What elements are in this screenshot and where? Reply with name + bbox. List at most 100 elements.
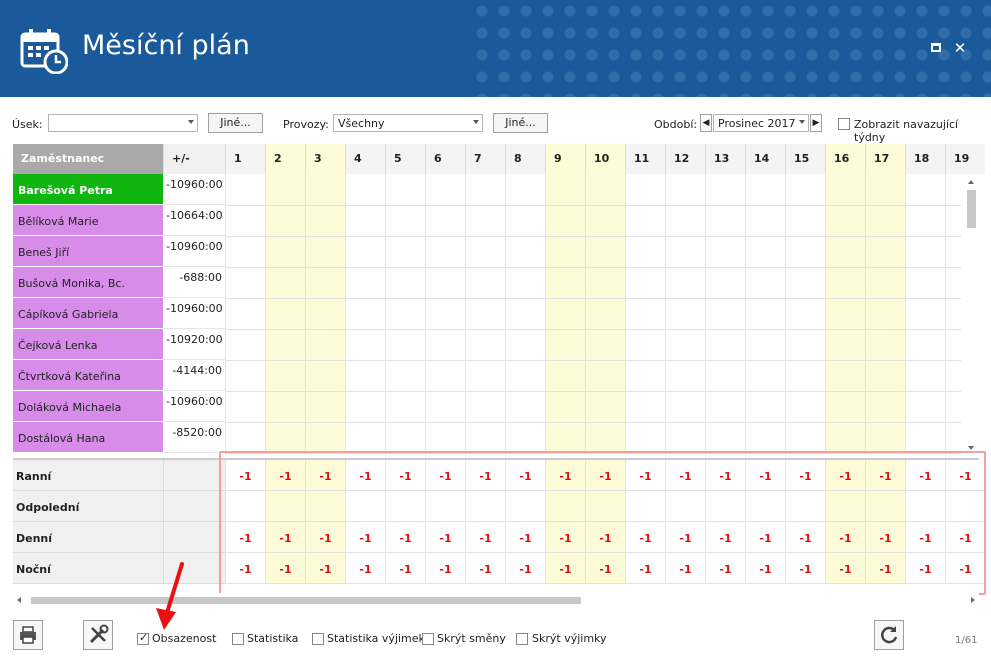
refresh-icon (881, 626, 898, 644)
day-column[interactable] (825, 174, 865, 454)
day-column[interactable] (265, 174, 305, 454)
day-column[interactable] (465, 174, 505, 454)
employee-name[interactable]: Čtvrtková Kateřina (13, 360, 163, 391)
usek-combo[interactable] (48, 114, 198, 132)
day-header[interactable]: 4 (345, 144, 385, 174)
day-header[interactable]: 10 (585, 144, 625, 174)
usek-other-button[interactable]: Jiné... (208, 113, 263, 133)
summary-value: -1 (785, 553, 825, 584)
summary-value: -1 (345, 460, 385, 491)
employee-name[interactable]: Cápíková Gabriela (13, 298, 163, 329)
day-column[interactable] (425, 174, 465, 454)
summary-value: -1 (545, 522, 585, 553)
row-divider (225, 236, 961, 237)
obdobi-combo[interactable]: Prosinec 2017 (713, 114, 809, 132)
day-column[interactable] (585, 174, 625, 454)
summary-value: -1 (225, 553, 265, 584)
day-header[interactable]: 7 (465, 144, 505, 174)
scroll-up-icon[interactable] (968, 180, 974, 184)
refresh-button[interactable] (874, 620, 904, 650)
show-weeks-checkbox[interactable] (838, 118, 850, 130)
day-column[interactable] (345, 174, 385, 454)
scroll-thumb[interactable] (967, 190, 976, 228)
day-header[interactable]: 2 (265, 144, 305, 174)
day-header[interactable]: 13 (705, 144, 745, 174)
maximize-button[interactable] (928, 40, 944, 56)
summary-value: -1 (385, 553, 425, 584)
provozy-combo[interactable]: Všechny (333, 114, 483, 132)
summary-value (625, 491, 665, 522)
day-column[interactable] (225, 174, 265, 454)
summary-value: -1 (425, 522, 465, 553)
skryt-smeny-checkbox[interactable] (422, 633, 434, 645)
summary-value (225, 491, 265, 522)
day-header[interactable]: 15 (785, 144, 825, 174)
obsazenost-checkbox[interactable] (137, 631, 149, 645)
print-button[interactable] (13, 620, 43, 650)
summary-value: -1 (505, 553, 545, 584)
summary-value: -1 (625, 460, 665, 491)
column-header-employee[interactable]: Zaměstnanec (13, 144, 163, 174)
day-header[interactable]: 9 (545, 144, 585, 174)
day-header[interactable]: 5 (385, 144, 425, 174)
next-period-button[interactable]: ▶ (810, 114, 822, 132)
day-header[interactable]: 3 (305, 144, 345, 174)
employee-name[interactable]: Čejková Lenka (13, 329, 163, 360)
day-column[interactable] (665, 174, 705, 454)
window-title: Měsíční plán (82, 30, 250, 61)
summary-value (945, 491, 985, 522)
day-header[interactable]: 8 (505, 144, 545, 174)
day-header[interactable]: 1 (225, 144, 265, 174)
statistika-checkbox[interactable] (232, 633, 244, 645)
employee-name[interactable]: Doláková Michaela (13, 391, 163, 422)
scroll-thumb-horizontal[interactable] (31, 597, 581, 604)
summary-label: Noční (13, 553, 163, 584)
scroll-right-icon[interactable] (971, 597, 975, 603)
summary-balance-cell (163, 491, 225, 522)
column-header-balance[interactable]: +/- (163, 144, 225, 174)
day-column[interactable] (625, 174, 665, 454)
employee-balance: -688:00 (163, 267, 225, 298)
provozy-value: Všechny (338, 117, 385, 130)
summary-value: -1 (305, 460, 345, 491)
summary-value (465, 491, 505, 522)
vertical-scrollbar[interactable] (965, 174, 979, 454)
day-header[interactable]: 19 (945, 144, 985, 174)
day-column[interactable] (905, 174, 945, 454)
usek-label: Úsek: (12, 118, 43, 131)
row-divider (225, 267, 961, 268)
day-column[interactable] (305, 174, 345, 454)
settings-button[interactable] (83, 620, 113, 650)
day-header[interactable]: 14 (745, 144, 785, 174)
employee-balance: -8520:00 (163, 422, 225, 453)
tools-icon (89, 624, 109, 644)
day-header[interactable]: 11 (625, 144, 665, 174)
employee-name[interactable]: Barešová Petra (13, 174, 163, 205)
close-button[interactable]: ✕ (952, 40, 968, 56)
day-column[interactable] (545, 174, 585, 454)
employee-name[interactable]: Dostálová Hana (13, 422, 163, 453)
day-column[interactable] (385, 174, 425, 454)
employee-name[interactable]: Bušová Monika, Bc. (13, 267, 163, 298)
skryt-vyjimky-checkbox[interactable] (516, 633, 528, 645)
employee-name[interactable]: Bělíková Marie (13, 205, 163, 236)
day-header[interactable]: 6 (425, 144, 465, 174)
statistika-vyjimek-checkbox[interactable] (312, 633, 324, 645)
summary-value: -1 (905, 460, 945, 491)
summary-value: -1 (945, 553, 985, 584)
day-header[interactable]: 12 (665, 144, 705, 174)
scroll-down-icon[interactable] (968, 446, 974, 450)
day-column[interactable] (505, 174, 545, 454)
prev-period-button[interactable]: ◀ (700, 114, 712, 132)
day-header[interactable]: 16 (825, 144, 865, 174)
day-header[interactable]: 18 (905, 144, 945, 174)
employee-name[interactable]: Beneš Jiří (13, 236, 163, 267)
provozy-label: Provozy: (283, 118, 329, 131)
day-column[interactable] (865, 174, 905, 454)
day-column[interactable] (785, 174, 825, 454)
day-column[interactable] (705, 174, 745, 454)
scroll-left-icon[interactable] (17, 597, 21, 603)
provozy-other-button[interactable]: Jiné... (493, 113, 548, 133)
day-header[interactable]: 17 (865, 144, 905, 174)
day-column[interactable] (745, 174, 785, 454)
